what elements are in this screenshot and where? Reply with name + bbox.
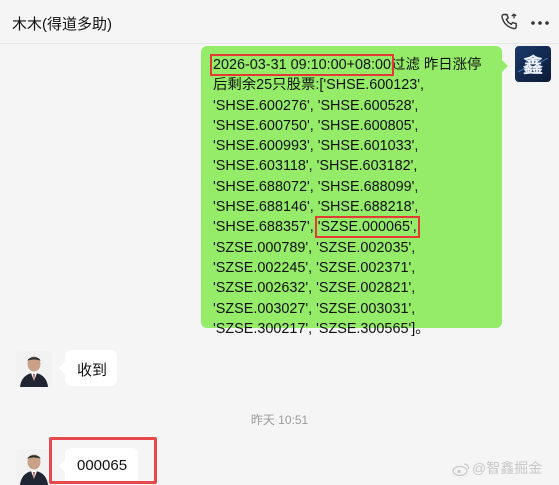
message-text: 'SHSE.688146', 'SHSE.688218', [213,199,419,216]
watermark: @智鑫掘金 [452,458,542,478]
message-line: 'SHSE.600993', 'SHSE.601033', [213,136,492,156]
message-line: 'SHSE.600750', 'SHSE.600805', [213,116,492,136]
message-line: 'SZSE.000789', 'SZSE.002035', [213,238,492,258]
message-text: 'SZSE.300217', 'SZSE.300565']。 [213,320,430,337]
message-text: 'SZSE.003027', 'SZSE.003031', [213,300,416,317]
highlight-box [49,437,157,484]
highlighted-text: 'SZSE.000065', [314,216,420,239]
message-line: 'SZSE.003027', 'SZSE.003031', [213,299,492,319]
avatar-sender[interactable]: 鑫 [515,46,551,82]
message-line: 'SZSE.002245', 'SZSE.002371', [213,258,492,278]
received-message-bubble[interactable]: 收到 [59,350,117,386]
message-text: 后剩余25只股票:['SHSE.600123', [213,77,425,94]
message-text: 'SZSE.000789', 'SZSE.002035', [213,239,416,256]
avatar-xin-char: 鑫 [523,53,543,77]
message-line: 后剩余25只股票:['SHSE.600123', [213,75,492,95]
received-message-text: 收到 [77,362,108,379]
phone-icon[interactable] [499,12,519,32]
sent-message-bubble[interactable]: 2026-03-31 09:10:00+08:00过滤 昨日涨停 后剩余25只股票… [201,46,508,337]
message-text: 'SHSE.600750', 'SHSE.600805', [213,117,419,134]
message-text: 'SHSE.688072', 'SHSE.688099', [213,178,419,195]
message-text: 'SHSE.688357', [213,219,318,236]
watermark-text: @智鑫掘金 [472,460,543,476]
message-line: 'SHSE.688357', 'SZSE.000065', [213,216,492,239]
message-text: 'SHSE.603118', 'SHSE.603182', [213,158,418,175]
message-line: 'SZSE.300217', 'SZSE.300565']。 [213,319,492,339]
message-line: 2026-03-31 09:10:00+08:00过滤 昨日涨停 [209,54,492,76]
message-timestamp: 昨天 10:51 [250,413,309,427]
message-line: 'SHSE.603118', 'SHSE.603182', [213,156,492,176]
avatar-contact[interactable] [16,351,52,387]
message-text: 'SZSE.002632', 'SZSE.002821', [213,280,416,297]
avatar-xin-icon: 鑫 [515,46,551,82]
message-text: 过滤 昨日涨停 [391,57,482,73]
more-icon[interactable] [530,20,550,26]
highlighted-text: 2026-03-31 09:10:00+08:00 [209,54,395,76]
message-line: 'SHSE.688146', 'SHSE.688218', [213,197,492,217]
avatar-contact[interactable] [16,449,52,485]
message-line: 'SHSE.688072', 'SHSE.688099', [213,177,492,197]
chat-title: 木木(得道多助) [12,16,112,33]
message-text: 'SZSE.002245', 'SZSE.002371', [213,259,416,276]
message-text: 'SHSE.600276', 'SHSE.600528', [213,97,419,114]
message-line: 'SZSE.002632', 'SZSE.002821', [213,278,492,298]
chat-header: 木木(得道多助) [0,0,559,44]
message-text: 'SHSE.600993', 'SHSE.601033', [213,138,419,155]
weibo-icon [452,463,470,477]
avatar-person-icon [16,351,52,387]
message-line: 'SHSE.600276', 'SHSE.600528', [213,96,492,116]
avatar-person-icon [16,449,52,485]
